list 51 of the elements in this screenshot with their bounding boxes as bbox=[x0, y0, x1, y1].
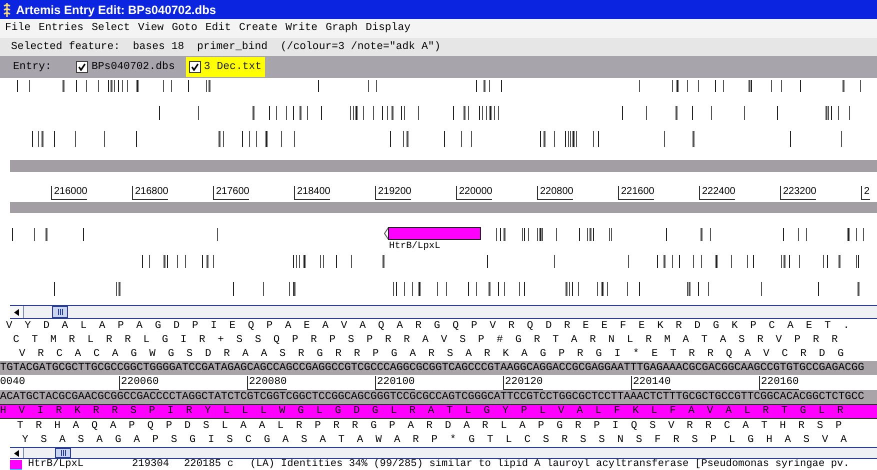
scroll-left-button[interactable] bbox=[10, 448, 24, 458]
menu-item[interactable]: Select bbox=[90, 23, 132, 34]
entry-toggle[interactable]: 3 Dec.txt bbox=[186, 57, 265, 77]
ruler-label: 220800 bbox=[537, 186, 574, 200]
checkbox[interactable] bbox=[76, 61, 88, 73]
feature-arrow[interactable] bbox=[384, 227, 481, 240]
menu-item[interactable]: Entries bbox=[38, 23, 85, 34]
entry-toggle[interactable]: BPs040702.dbs bbox=[73, 57, 178, 77]
translation-frame-text: V Y D A L A P A G D P I E Q P A E A V A Q A R G Q P V R Q D R E E F E K R D G K P C A E T . bbox=[6, 320, 850, 332]
ruler-label: 216000 bbox=[51, 186, 88, 200]
feature-label: HtrB/LpxL bbox=[389, 240, 440, 251]
menu-item[interactable]: Goto bbox=[170, 23, 198, 34]
scrollbar-thumb[interactable] bbox=[55, 448, 71, 458]
app-icon bbox=[3, 2, 11, 16]
feature-description: (LA) Identities 34% (99/285) similar to lipid A lauroyl acyltransferase [Pseudomonas syringae pv. bbox=[250, 459, 850, 470]
reverse-dna-text: ACATGCTACGCGAACGCGGCCGACCCCTAGGCTATCTCGTCGGTCGGCTCCGGCAGCGGGTCCGCGCCAGTCGGGCATTCCGTCCTGGCGCTCCTTAAACTCTTTGCGCTGCCGTTCGGCACACGGCTCTGCC bbox=[0, 392, 864, 402]
feature-name: HtrB/LpxL bbox=[28, 459, 85, 470]
menu-item[interactable]: View bbox=[137, 23, 165, 34]
left-arrow-icon bbox=[14, 450, 19, 456]
menu-item[interactable]: Display bbox=[364, 23, 412, 34]
forward-dna-text: TGTACGATGCGCTTGCGCCGGCTGGGGATCCGATAGAGCAGCCAGCCGAGGCCGTCGCCCAGGCGCGGTCAGCCCGTAAGGCAGGACCGCGAGGAATTTGAGAAACGCGACGGCAAGCCGTGTGCCGAGACGG bbox=[0, 362, 864, 374]
translation-frame-text: C T M R L R R L G I R + S S Q P R P S P R R A V S P # G R T A R N L R M A T A S R V P R R bbox=[13, 334, 838, 346]
ruler-label: 221600 bbox=[618, 186, 654, 200]
feature-start: 219304 bbox=[132, 459, 170, 470]
checkbox[interactable] bbox=[188, 61, 201, 73]
ruler-label: 217600 bbox=[213, 186, 250, 200]
entry-label: Entry: bbox=[13, 62, 52, 72]
ruler-label: 222400 bbox=[699, 186, 736, 200]
translation-frame-text: Y S A S A G A P S G I S C G A S A T A W A R P * G T L C S R S S N S F R S P L G H A S V A bbox=[22, 434, 847, 446]
selected-feature-text: Selected feature: bases 18 primer_bind (/colour=3 /note="adk A") bbox=[11, 42, 441, 52]
window-title: Artemis Entry Edit: BPs040702.dbs bbox=[16, 4, 216, 16]
ruler-label: 220000 bbox=[456, 186, 492, 200]
menu-item[interactable]: Edit bbox=[204, 23, 232, 34]
ruler-label: 216800 bbox=[132, 186, 168, 200]
menu-item[interactable]: Write bbox=[284, 23, 319, 34]
scrollbar-thumb[interactable] bbox=[52, 306, 68, 318]
ruler-label: 2 bbox=[861, 186, 870, 200]
feature-color-swatch bbox=[10, 460, 22, 470]
ruler-label: 223200 bbox=[780, 186, 816, 200]
menu-item[interactable]: Create bbox=[238, 23, 278, 34]
left-arrow-icon bbox=[14, 308, 19, 316]
translation-frame-text: V R C A C A G W G S D R A A S R G R R P G A R S A R K A G P R G I * E T R R Q A V C R D G bbox=[19, 348, 844, 360]
scroll-left-button[interactable] bbox=[10, 306, 24, 318]
menu-item[interactable]: File bbox=[4, 23, 32, 34]
menu-item[interactable]: Graph bbox=[324, 23, 359, 34]
feature-end: 220185 c bbox=[184, 459, 234, 470]
translation-frame-text: H V I R K R R S P I R Y L L L W G L G D G L R A T L G Y P L V A L F K L F A V A L R T G L R bbox=[0, 406, 844, 417]
ruler-label: 219200 bbox=[375, 186, 412, 200]
translation-frame-text: T R H A Q A P Q P D S L A A L R P R R G P A R D A R L A P G R P I Q S V R R C A T H R S P bbox=[17, 420, 842, 432]
ruler-label: 0040 bbox=[0, 376, 26, 390]
ruler-label: 218400 bbox=[294, 186, 330, 200]
